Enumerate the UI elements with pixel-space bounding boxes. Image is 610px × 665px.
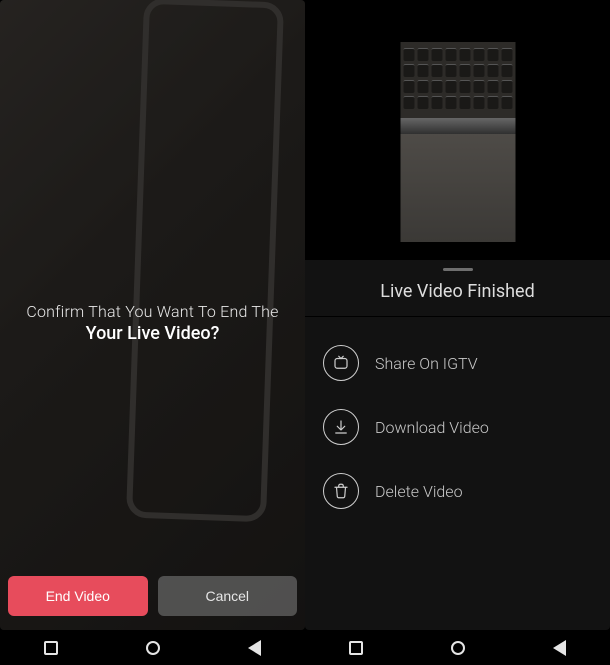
download-video-label: Download Video xyxy=(375,418,489,437)
download-video-action[interactable]: Download Video xyxy=(321,395,594,459)
delete-video-label: Delete Video xyxy=(375,482,463,501)
recent-apps-button[interactable] xyxy=(349,641,363,655)
delete-video-action[interactable]: Delete Video xyxy=(321,459,594,523)
recent-apps-button[interactable] xyxy=(44,641,58,655)
confirm-message: Confirm That You Want To End The Your Li… xyxy=(0,302,305,344)
download-icon xyxy=(323,409,359,445)
back-button[interactable] xyxy=(553,640,566,656)
android-navbar-left xyxy=(0,630,305,665)
confirm-buttons-row: End Video Cancel xyxy=(8,576,297,616)
back-button[interactable] xyxy=(248,640,261,656)
action-list: Share On IGTV Download Video Delete Vide… xyxy=(305,317,610,523)
share-igtv-action[interactable]: Share On IGTV xyxy=(321,331,594,395)
sheet-title: Live Video Finished xyxy=(305,281,610,316)
android-navbar-right xyxy=(305,630,610,665)
igtv-icon xyxy=(323,345,359,381)
bottom-sheet: Live Video Finished Share On IGTV Downlo… xyxy=(305,260,610,630)
home-button[interactable] xyxy=(451,641,465,655)
surface-graphic xyxy=(400,134,515,242)
end-live-confirm-panel: Confirm That You Want To End The Your Li… xyxy=(0,0,305,630)
cancel-button[interactable]: Cancel xyxy=(158,576,298,616)
confirm-line-1: Confirm That You Want To End The xyxy=(18,302,287,321)
confirm-line-2: Your Live Video? xyxy=(18,323,287,344)
live-finished-panel: Live Video Finished Share On IGTV Downlo… xyxy=(305,0,610,630)
home-button[interactable] xyxy=(146,641,160,655)
live-video-thumbnail xyxy=(400,42,515,242)
share-igtv-label: Share On IGTV xyxy=(375,354,478,373)
end-video-button[interactable]: End Video xyxy=(8,576,148,616)
sheet-drag-handle[interactable] xyxy=(443,268,473,271)
keyboard-graphic xyxy=(400,42,515,122)
trash-icon xyxy=(323,473,359,509)
